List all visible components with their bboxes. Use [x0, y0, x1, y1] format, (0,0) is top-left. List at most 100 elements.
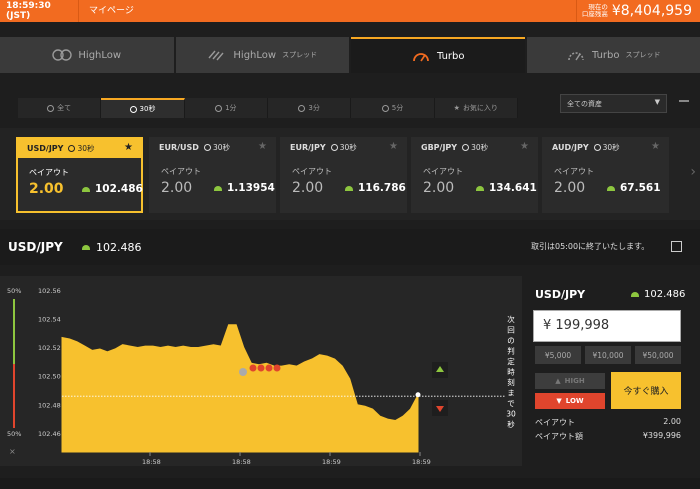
up-arrow-icon	[214, 185, 222, 191]
countdown-char: で	[507, 399, 515, 408]
panel-price: 102.486	[631, 289, 685, 300]
card-usdjpy[interactable]: USD/JPY 30秒 ★ ペイアウト 2.00 102.486	[16, 137, 143, 213]
y-tick-label: 102.56	[38, 287, 61, 295]
payout-row: ペイアウト 2.00	[535, 417, 681, 427]
duration-filter: 全て 30秒 1分 3分 5分 ★ お気に入り	[18, 98, 518, 118]
top-bar: 18:59:30 (JST) マイページ 現在の 口座残高 ¥8,404,959	[0, 0, 700, 22]
y-tick-label: 102.52	[38, 344, 61, 352]
y-tick-label: 102.54	[38, 315, 61, 323]
up-arrow-icon	[82, 186, 90, 192]
x-tick-label: 18:59	[412, 458, 431, 466]
favorite-star-icon[interactable]: ★	[520, 141, 529, 152]
amount-input[interactable]: ¥ 199,998	[533, 310, 681, 342]
countdown-char: 秒	[507, 419, 515, 429]
tab-5m[interactable]: 5分	[351, 98, 435, 118]
mode-tabs: HighLow HighLow スプレッド Turbo Turbo スプレッド	[0, 37, 700, 73]
chart-price: 102.486	[82, 241, 142, 254]
countdown-char: 刻	[507, 377, 515, 387]
clock-icon	[129, 105, 137, 113]
x-tick-label: 18:58	[232, 458, 251, 466]
tab-1m[interactable]: 1分	[185, 98, 268, 118]
clock-icon	[203, 144, 211, 151]
up-arrow-icon	[345, 185, 353, 191]
clock-icon	[330, 144, 338, 151]
x-tick-label: 18:58	[142, 458, 161, 466]
up-arrow-icon	[631, 292, 639, 297]
down-arrow-icon: ▼	[556, 397, 562, 405]
countdown-char: ま	[507, 389, 515, 398]
chart-header: USD/JPY 102.486 取引は05:00に終了いたします。	[0, 229, 700, 265]
countdown-char: 定	[507, 356, 515, 366]
bottom-bar	[0, 478, 700, 489]
clock-icon	[381, 104, 389, 112]
card-eurusd[interactable]: EUR/USD 30秒 ★ ペイアウト 2.00 1.13954	[149, 137, 276, 213]
quick-amount-10000[interactable]: ¥10,000	[585, 346, 631, 364]
up-arrow-icon	[607, 185, 615, 191]
chevron-right-icon[interactable]: ›	[690, 164, 696, 180]
countdown-char: 判	[507, 346, 515, 356]
chart-symbol: USD/JPY	[8, 240, 63, 254]
card-gbpjpy[interactable]: GBP/JPY 30秒 ★ ペイアウト 2.00 134.641	[411, 137, 538, 213]
current-price-dot	[415, 392, 421, 398]
clock-icon	[47, 104, 55, 112]
clock-icon	[593, 144, 601, 151]
countdown-char: の	[507, 336, 515, 345]
tab-turbo[interactable]: Turbo	[351, 37, 525, 73]
tab-highlow[interactable]: HighLow	[0, 37, 174, 73]
asset-cards: USD/JPY 30秒 ★ ペイアウト 2.00 102.486 EUR/USD 3…	[0, 128, 700, 220]
balance-label: 現在の 口座残高	[581, 3, 608, 18]
trade-panel: USD/JPY 102.486 ¥ 199,998 ¥5,000 ¥10,000…	[533, 276, 693, 446]
quick-amount-5000[interactable]: ¥5,000	[535, 346, 581, 364]
tab-30s[interactable]: 30秒	[101, 98, 185, 118]
countdown-char: 30	[506, 410, 516, 419]
countdown-char: 時	[507, 368, 515, 377]
help-icon[interactable]	[671, 241, 682, 252]
star-icon: ★	[453, 104, 460, 112]
y-tick-label: 102.50	[38, 373, 61, 381]
countdown-vertical-text: 次回の判定時刻まで 30秒	[506, 314, 516, 429]
mypage-link[interactable]: マイページ	[78, 0, 144, 22]
highlow-icon	[52, 49, 73, 61]
highlow-spread-icon	[208, 50, 224, 61]
server-time: 18:59:30 (JST)	[6, 1, 51, 21]
price-area	[61, 324, 419, 453]
tab-all[interactable]: 全て	[18, 98, 102, 118]
asset-select[interactable]: 全ての資産 ▼	[560, 94, 667, 113]
favorite-star-icon[interactable]: ★	[258, 141, 267, 152]
up-arrow-icon: ▲	[555, 377, 561, 385]
collapse-icon[interactable]	[679, 100, 689, 102]
y-tick-label: 102.46	[38, 430, 61, 438]
panel-symbol: USD/JPY	[535, 288, 586, 301]
countdown-char: 回	[507, 326, 515, 335]
price-chart: 18:58 18:58 18:59 18:59 102.56 102.54 102.52 1…	[38, 287, 516, 466]
low-button[interactable]: ▼ LOW	[535, 393, 605, 409]
payout-amount-row: ペイアウト額 ¥399,996	[535, 431, 681, 441]
turbo-spread-icon	[568, 52, 584, 61]
up-arrow-icon	[476, 185, 484, 191]
countdown-char: 次	[507, 314, 515, 324]
clock-icon	[68, 145, 76, 152]
chevron-down-icon: ▼	[654, 98, 660, 106]
turbo-gauge-icon	[413, 53, 429, 62]
x-tick-label: 18:59	[322, 458, 341, 466]
up-arrow-icon	[82, 244, 90, 250]
clock-icon	[215, 104, 223, 112]
tab-3m[interactable]: 3分	[268, 98, 352, 118]
quick-amount-50000[interactable]: ¥50,000	[635, 346, 681, 364]
high-button[interactable]: ▲ HIGH	[535, 373, 605, 389]
tab-turbo-spread[interactable]: Turbo スプレッド	[526, 37, 700, 73]
account-balance: 現在の 口座残高 ¥8,404,959	[575, 0, 700, 22]
tab-highlow-spread[interactable]: HighLow スプレッド	[175, 37, 349, 73]
balance-value: ¥8,404,959	[611, 3, 692, 19]
card-audjpy[interactable]: AUD/JPY 30秒 ★ ペイアウト 2.00 67.561	[542, 137, 669, 213]
card-eurjpy[interactable]: EUR/JPY 30秒 ★ ペイアウト 2.00 116.786	[280, 137, 407, 213]
clock-icon	[462, 144, 470, 151]
favorite-star-icon[interactable]: ★	[124, 142, 133, 153]
trading-notice: 取引は05:00に終了いたします。	[531, 242, 650, 251]
buy-now-button[interactable]: 今すぐ購入	[611, 372, 681, 409]
favorite-star-icon[interactable]: ★	[389, 141, 398, 152]
clock-icon	[298, 104, 306, 112]
favorite-star-icon[interactable]: ★	[651, 141, 660, 152]
y-tick-label: 102.48	[38, 401, 61, 409]
tab-favorites[interactable]: ★ お気に入り	[435, 98, 518, 118]
